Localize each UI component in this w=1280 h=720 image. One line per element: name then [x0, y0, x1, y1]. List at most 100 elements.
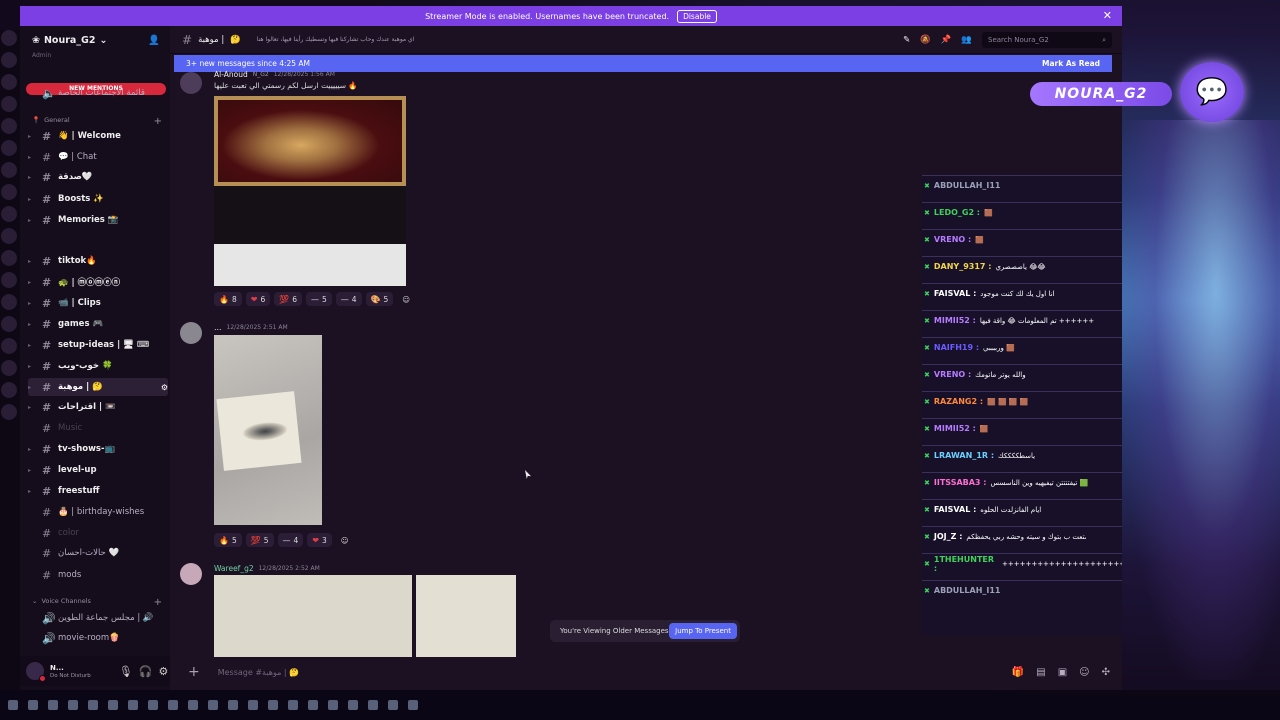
channel-sadaqa[interactable]: ▸ # صدقة🤍	[28, 168, 168, 186]
server-icon[interactable]	[1, 162, 17, 178]
gift-icon[interactable]: 🎁	[1012, 667, 1024, 678]
disable-button[interactable]: Disable	[677, 9, 717, 23]
reaction[interactable]: 🔥 5	[214, 533, 242, 547]
avatar[interactable]	[180, 563, 202, 585]
headphones-icon[interactable]: 🎧	[139, 665, 153, 678]
channel-chat[interactable]: ▸ # 💬 | Chat	[28, 148, 168, 166]
jump-to-present-button[interactable]: Jump To Present	[669, 623, 737, 639]
taskbar-app-icon[interactable]	[228, 700, 238, 710]
attachment-image[interactable]	[214, 575, 412, 657]
server-icon[interactable]	[1, 30, 17, 46]
start-icon[interactable]	[8, 700, 18, 710]
channel-topic[interactable]: اي موهبة عندك وحاب تشاركنا فيها وتسطيك ر…	[257, 36, 415, 43]
taskbar-app-icon[interactable]	[88, 700, 98, 710]
channel-tiktok[interactable]: ▸ # tiktok🔥	[28, 252, 168, 270]
taskbar-app-icon[interactable]	[168, 700, 178, 710]
avatar[interactable]	[180, 322, 202, 344]
reaction[interactable]: —4	[335, 292, 362, 306]
sticker-icon[interactable]: ▣	[1058, 667, 1067, 678]
taskbar-app-icon[interactable]	[48, 700, 58, 710]
add-attachment-icon[interactable]: +	[188, 664, 200, 680]
pin-icon[interactable]: 📌	[941, 35, 952, 45]
channel-welcome[interactable]: ▸ # 👋 | Welcome	[28, 127, 168, 145]
add-reaction-icon[interactable]: ☺	[397, 292, 415, 306]
message-input[interactable]: Message #موهبة | 🤔	[218, 668, 299, 677]
gif-icon[interactable]: ▤	[1036, 667, 1045, 678]
taskbar-app-icon[interactable]	[308, 700, 318, 710]
server-icon[interactable]	[1, 184, 17, 200]
server-icon[interactable]	[1, 118, 17, 134]
channel-halat-ihsan[interactable]: # حالات-احسان 🤍	[28, 544, 168, 562]
channel-music[interactable]: # Music	[28, 419, 168, 437]
channel-moments[interactable]: ▸ # 🐢 | ⓜⓞⓜⓔⓝ	[28, 273, 168, 291]
channel-mods[interactable]: # mods	[28, 566, 168, 584]
server-icon[interactable]	[1, 140, 17, 156]
reaction[interactable]: —4	[277, 533, 304, 547]
taskbar-app-icon[interactable]	[328, 700, 338, 710]
reaction[interactable]: ❤ 3	[307, 533, 332, 547]
attachment-image[interactable]	[416, 575, 516, 657]
reaction[interactable]: 💯 6	[274, 292, 302, 306]
channel-suggestions[interactable]: ▸ # اقتراحات | 📼	[28, 398, 168, 416]
avatar[interactable]	[180, 72, 202, 94]
channel-color[interactable]: # color	[28, 524, 168, 542]
attachment-image[interactable]	[214, 335, 322, 525]
server-icon[interactable]	[1, 52, 17, 68]
taskbar-app-icon[interactable]	[148, 700, 158, 710]
taskbar-app-icon[interactable]	[68, 700, 78, 710]
taskbar-app-icon[interactable]	[408, 700, 418, 710]
channel-setup-ideas[interactable]: ▸ # setup-ideas | 🖥 ⌨	[28, 336, 168, 354]
server-icon[interactable]	[1, 294, 17, 310]
channel-mawhiba[interactable]: ▸ # موهبة | 🤔 ⚙	[28, 378, 168, 396]
reaction[interactable]: 💯 5	[245, 533, 274, 547]
reaction[interactable]: 🔥 8	[214, 292, 242, 306]
channel-boosts[interactable]: ▸ # Boosts ✨	[28, 190, 168, 208]
microphone-icon[interactable]: 🎙	[119, 665, 133, 678]
taskbar-app-icon[interactable]	[28, 700, 38, 710]
server-icon[interactable]	[1, 360, 17, 376]
server-icon[interactable]	[1, 382, 17, 398]
reaction[interactable]: ❤ 6	[245, 292, 271, 306]
category-voice[interactable]: ⌄ Voice Channels +	[32, 597, 162, 608]
channel-games[interactable]: ▸ # games 🎮	[28, 315, 168, 333]
search-input[interactable]: Search Noura_G2 ⌕	[982, 31, 1112, 48]
avatar[interactable]	[26, 662, 46, 682]
taskbar-app-icon[interactable]	[288, 700, 298, 710]
channel-top-item[interactable]: 🔈 قائمة الاجتماعات الخاصة	[28, 84, 168, 102]
add-reaction-icon[interactable]: ☺	[336, 533, 354, 547]
reaction[interactable]: 🎨 5	[365, 292, 394, 306]
taskbar-app-icon[interactable]	[208, 700, 218, 710]
server-icon[interactable]	[1, 206, 17, 222]
voice-channel[interactable]: 🔊 مجلس جماعة الطوين | 🔊	[28, 609, 168, 627]
taskbar-app-icon[interactable]	[128, 700, 138, 710]
voice-channel[interactable]: 🔊 movie-room🍿	[28, 629, 168, 647]
author-name[interactable]: Wareef_g2	[214, 564, 254, 573]
apps-icon[interactable]: ✣	[1102, 667, 1110, 678]
server-icon[interactable]	[1, 74, 17, 90]
channel-level-up[interactable]: ▸ # level-up	[28, 461, 168, 479]
emoji-icon[interactable]: ☺	[1079, 667, 1089, 678]
settings-icon[interactable]: ⚙	[161, 383, 168, 392]
taskbar-app-icon[interactable]	[188, 700, 198, 710]
close-icon[interactable]: ✕	[1103, 9, 1112, 22]
server-header[interactable]: ❀ Noura_G2 ⌄ 👤	[20, 26, 170, 54]
channel-clips[interactable]: ▸ # 📹 | Clips	[28, 294, 168, 312]
channel-tv-shows[interactable]: ▸ # tv-shows-📺	[28, 440, 168, 458]
user-info[interactable]: N... Do Not Disturb	[50, 664, 91, 679]
server-icon[interactable]	[1, 404, 17, 420]
taskbar-app-icon[interactable]	[348, 700, 358, 710]
reaction[interactable]: —5	[305, 292, 332, 306]
category-general[interactable]: 📍 General +	[32, 116, 162, 127]
channel-freestuff[interactable]: ▸ # freestuff	[28, 482, 168, 500]
author-name[interactable]: Al-Anoud	[214, 70, 248, 79]
taskbar-app-icon[interactable]	[108, 700, 118, 710]
taskbar-app-icon[interactable]	[268, 700, 278, 710]
attachment-image[interactable]	[214, 96, 406, 286]
taskbar-app-icon[interactable]	[248, 700, 258, 710]
server-icon[interactable]	[1, 228, 17, 244]
members-icon[interactable]: 👥	[961, 35, 972, 45]
channel-memories[interactable]: ▸ # Memories 📸	[28, 211, 168, 229]
taskbar-app-icon[interactable]	[388, 700, 398, 710]
mark-as-read-button[interactable]: Mark As Read	[1042, 59, 1100, 68]
add-channel-icon[interactable]: +	[154, 116, 162, 127]
